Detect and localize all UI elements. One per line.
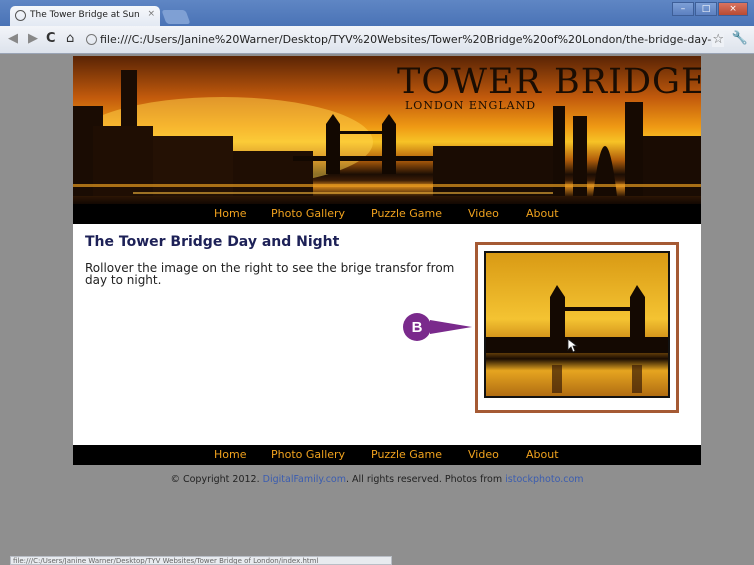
wrench-menu-icon[interactable]: 🔧	[732, 31, 748, 46]
close-tab-icon[interactable]: ×	[147, 9, 155, 19]
copyright-footer: © Copyright 2012. DigitalFamily.com. All…	[0, 474, 754, 485]
callout-b-marker: B	[403, 313, 472, 341]
bookmark-star-icon[interactable]: ☆	[712, 32, 724, 47]
header-banner: TOWER BRIDGE LONDON ENGLAND	[73, 56, 701, 204]
istockphoto-link[interactable]: istockphoto.com	[505, 474, 583, 485]
new-tab-button[interactable]	[161, 10, 191, 24]
callout-label: B	[412, 319, 423, 336]
status-bar: file:///C:/Users/Janine Warner/Desktop/T…	[10, 556, 392, 565]
browser-titlebar: The Tower Bridge at Sun × – □ ×	[0, 0, 754, 26]
browser-tab[interactable]: The Tower Bridge at Sun ×	[10, 6, 160, 26]
nav-puzzle-game-link[interactable]: Puzzle Game	[371, 207, 442, 220]
tower-bridge-photo	[484, 251, 670, 398]
home-icon[interactable]: ⌂	[66, 31, 74, 46]
rights-text: . All rights reserved. Photos from	[346, 474, 503, 485]
digitalfamily-link[interactable]: DigitalFamily.com	[263, 474, 346, 485]
footer-nav-puzzle-game-link[interactable]: Puzzle Game	[371, 448, 442, 461]
footer-nav-about-link[interactable]: About	[526, 448, 559, 461]
address-bar[interactable]: file:///C:/Users/Janine%20Warner/Desktop…	[84, 30, 724, 50]
address-text: file:///C:/Users/Janine%20Warner/Desktop…	[100, 33, 724, 46]
nav-video-link[interactable]: Video	[468, 207, 499, 220]
nav-home-link[interactable]: Home	[214, 207, 246, 220]
reload-icon[interactable]: C	[46, 31, 56, 46]
page-favicon-icon	[15, 10, 26, 21]
top-nav: Home Photo Gallery Puzzle Game Video Abo…	[73, 204, 701, 224]
site-subtitle: LONDON ENGLAND	[405, 99, 537, 112]
site-title: TOWER BRIDGE	[397, 62, 701, 102]
back-icon[interactable]: ◀	[8, 31, 18, 46]
footer-nav-video-link[interactable]: Video	[468, 448, 499, 461]
footer-nav-photo-gallery-link[interactable]: Photo Gallery	[271, 448, 345, 461]
web-page: TOWER BRIDGE LONDON ENGLAND Home Photo G…	[73, 56, 701, 465]
forward-icon[interactable]: ▶	[28, 31, 38, 46]
nav-photo-gallery-link[interactable]: Photo Gallery	[271, 207, 345, 220]
tab-title: The Tower Bridge at Sun	[30, 10, 140, 20]
copyright-text: © Copyright 2012.	[170, 474, 260, 485]
page-info-icon	[86, 34, 97, 45]
footer-nav-home-link[interactable]: Home	[214, 448, 246, 461]
maximize-button[interactable]: □	[695, 2, 717, 16]
page-heading: The Tower Bridge Day and Night	[85, 234, 340, 250]
intro-text: Rollover the image on the right to see t…	[85, 261, 455, 287]
nav-about-link[interactable]: About	[526, 207, 559, 220]
rollover-image[interactable]	[475, 242, 679, 413]
browser-toolbar: ◀ ▶ C ⌂ file:///C:/Users/Janine%20Warner…	[0, 26, 754, 54]
minimize-button[interactable]: –	[672, 2, 694, 16]
close-window-button[interactable]: ×	[718, 2, 748, 16]
bottom-nav: Home Photo Gallery Puzzle Game Video Abo…	[73, 445, 701, 465]
